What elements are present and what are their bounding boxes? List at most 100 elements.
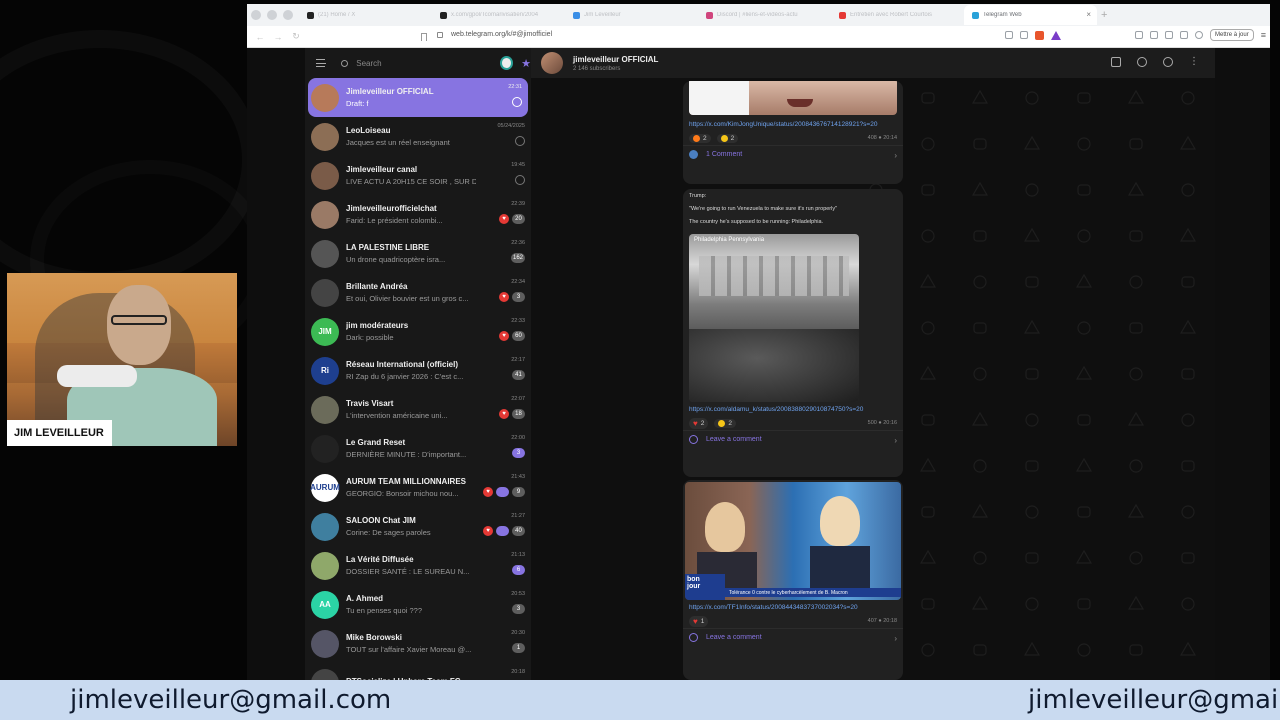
reaction-smile[interactable]: 2 xyxy=(716,133,739,143)
chat-name: jim modérateurs xyxy=(346,321,409,330)
update-button[interactable]: Mettre à jour xyxy=(1210,29,1254,41)
share-icon[interactable] xyxy=(1020,31,1029,39)
window-maximize-dot[interactable] xyxy=(283,10,293,20)
stories-icon[interactable] xyxy=(499,56,514,70)
chat-list-item[interactable]: DTSocialize | Upbare Team FC20:18 xyxy=(305,663,531,680)
scream-icon xyxy=(718,419,726,427)
post-image[interactable]: bon jour Tolérance 0 contre le cyberharcè… xyxy=(685,482,901,600)
pattern-doodle xyxy=(973,551,987,565)
reaction-count: 1 xyxy=(700,617,705,625)
comments-button[interactable]: Leave a comment › xyxy=(683,628,903,646)
bookmark-icon[interactable] xyxy=(421,33,427,41)
ticker-banner: jimleveilleur@gmail.com jimleveilleur@gm… xyxy=(0,680,1280,720)
reaction-heart[interactable]: ♥ 2 xyxy=(689,417,709,429)
rewards-icon[interactable] xyxy=(1051,30,1062,40)
chat-name: Brillante Andréa xyxy=(346,282,408,291)
chat-list-item[interactable]: Le Grand Reset DERNIÈRE MINUTE : D'import… xyxy=(305,429,531,468)
sidebar-icon[interactable] xyxy=(1135,31,1144,39)
vpn-icon[interactable] xyxy=(1195,31,1204,39)
star-icon[interactable]: ★ xyxy=(521,57,531,70)
forward-icon[interactable]: → xyxy=(273,32,283,42)
fire-icon xyxy=(693,134,700,142)
pattern-doodle xyxy=(1181,460,1195,472)
search-input[interactable]: Search xyxy=(341,59,480,68)
wallet-icon[interactable] xyxy=(1180,31,1189,39)
reload-icon[interactable]: ↻ xyxy=(291,31,301,42)
search-icon[interactable] xyxy=(1163,57,1173,67)
comment-label: Leave a comment xyxy=(706,634,762,641)
chat-list-item[interactable]: La Vérité Diffusée DOSSIER SANTÉ : LE SUR… xyxy=(305,546,531,585)
browser-tab[interactable]: Jim Leveilleur xyxy=(565,5,698,25)
screen-cast-icon[interactable] xyxy=(1005,31,1014,39)
chat-preview: Dark: possible xyxy=(346,333,394,342)
browser-tab[interactable]: Entretien avec Robert Courtois xyxy=(831,5,964,25)
pattern-doodle xyxy=(1179,641,1197,656)
post-link[interactable]: https://x.com/aldamu_k/status/2008388029… xyxy=(683,404,903,416)
pattern-doodle xyxy=(1077,321,1091,335)
person-graphic xyxy=(810,546,870,588)
post-image[interactable] xyxy=(689,81,897,115)
hamburger-menu-icon[interactable] xyxy=(316,59,327,67)
chat-list-item[interactable]: Brillante Andréa Et oui, Olivier bouvier … xyxy=(305,273,531,312)
chat-list-item[interactable]: LA PALESTINE LIBRE Un drone quadricoptère… xyxy=(305,234,531,273)
downloads-icon[interactable] xyxy=(1165,31,1174,39)
chat-list-item[interactable]: Ri Réseau International (officiel) RI Zap … xyxy=(305,351,531,390)
browser-tab[interactable]: x.com/gpol/Tcomarivisatien/2004 xyxy=(432,5,565,25)
new-tab-icon[interactable]: + xyxy=(1101,9,1107,21)
close-tab-icon[interactable]: × xyxy=(1086,10,1091,19)
chat-list-item[interactable]: Travis Visart L'intervention américaine u… xyxy=(305,390,531,429)
pattern-doodle xyxy=(1181,413,1195,427)
url-field[interactable]: web.telegram.org/k/#@jimofficiel xyxy=(437,31,552,38)
chat-preview: TOUT sur l'affaire Xavier Moreau @... xyxy=(346,645,472,654)
chat-list-item[interactable]: Mike Borowski TOUT sur l'affaire Xavier M… xyxy=(305,624,531,663)
reaction-heart[interactable]: ♥ 1 xyxy=(689,615,709,627)
post-link[interactable]: https://x.com/KimJongUnique/status/20084… xyxy=(683,119,903,131)
chat-list-item[interactable]: Jimleveilleur OFFICIAL Draft: f 22:31 xyxy=(308,78,528,117)
window-close-dot[interactable] xyxy=(251,10,261,20)
post-time: 20:16 xyxy=(883,420,897,426)
back-icon[interactable]: ← xyxy=(255,32,265,42)
menu-icon[interactable]: ≡ xyxy=(1261,30,1266,40)
pattern-doodle xyxy=(1127,89,1145,104)
pattern-doodle xyxy=(1179,227,1197,242)
browser-tab[interactable]: Telegram Web × xyxy=(964,5,1097,25)
post-link[interactable]: https://x.com/TF1Info/status/20084434837… xyxy=(683,602,903,614)
browser-tab[interactable]: Discord | #liens-et-vidéos-actu xyxy=(698,5,831,25)
channel-avatar[interactable] xyxy=(541,52,563,74)
pattern-doodle xyxy=(971,89,989,104)
more-options-icon[interactable]: ⋮ xyxy=(1189,57,1199,67)
site-info-icon[interactable] xyxy=(437,31,443,38)
brave-shield-icon[interactable] xyxy=(1035,30,1045,40)
chat-name: LA PALESTINE LIBRE xyxy=(346,243,430,252)
chat-list-item[interactable]: Jimleveilleurofficielchat Farid: Le prési… xyxy=(305,195,531,234)
pattern-doodle xyxy=(1181,552,1195,564)
comments-button[interactable]: Leave a comment › xyxy=(683,430,903,448)
mute-icon[interactable] xyxy=(1137,57,1147,67)
chat-list-item[interactable]: AURUM AURUM TEAM MILLIONNAIRES GEORGIO: Bo… xyxy=(305,468,531,507)
chat-list-item[interactable]: AA A. Ahmed Tu en penses quoi ??? 20:53 3 xyxy=(305,585,531,624)
post-meta: 408 ● 20:14 xyxy=(868,135,897,141)
chat-time: 20:18 xyxy=(511,669,525,675)
comment-label: Leave a comment xyxy=(706,436,762,443)
crowd-graphic xyxy=(689,329,859,402)
window-minimize-dot[interactable] xyxy=(267,10,277,20)
chat-badges xyxy=(515,175,525,185)
pattern-doodle xyxy=(1181,91,1195,105)
extensions-icon[interactable] xyxy=(1150,31,1159,39)
unread-badge: 41 xyxy=(512,370,525,380)
reaction-scream[interactable]: 2 xyxy=(714,418,736,428)
chat-list-item[interactable]: JIM jim modérateurs Dark: possible 22:33 ♥ 60 xyxy=(305,312,531,351)
discussion-icon[interactable] xyxy=(1111,57,1121,67)
browser-tab[interactable]: (21) Home / X xyxy=(299,5,432,25)
reaction-fire[interactable]: 2 xyxy=(689,133,711,143)
chat-list-item[interactable]: LeoLoiseau Jacques est un réel enseignant… xyxy=(305,117,531,156)
pattern-doodle xyxy=(1075,273,1093,288)
post-image[interactable]: Philadelphia Pennsylvania xyxy=(689,234,859,402)
chat-list-item[interactable]: SALOON Chat JIM Corine: De sages paroles 2… xyxy=(305,507,531,546)
chat-avatar xyxy=(311,161,339,190)
comments-button[interactable]: 1 Comment › xyxy=(683,145,903,163)
search-placeholder: Search xyxy=(356,58,382,68)
chat-list-item[interactable]: Jimleveilleur canal LIVE ACTU A 20H15 CE … xyxy=(305,156,531,195)
channel-header[interactable]: jimleveilleur OFFICIAL 2 146 subscribers… xyxy=(531,48,1215,78)
chat-preview: DOSSIER SANTÉ : LE SUREAU N... xyxy=(346,567,470,576)
